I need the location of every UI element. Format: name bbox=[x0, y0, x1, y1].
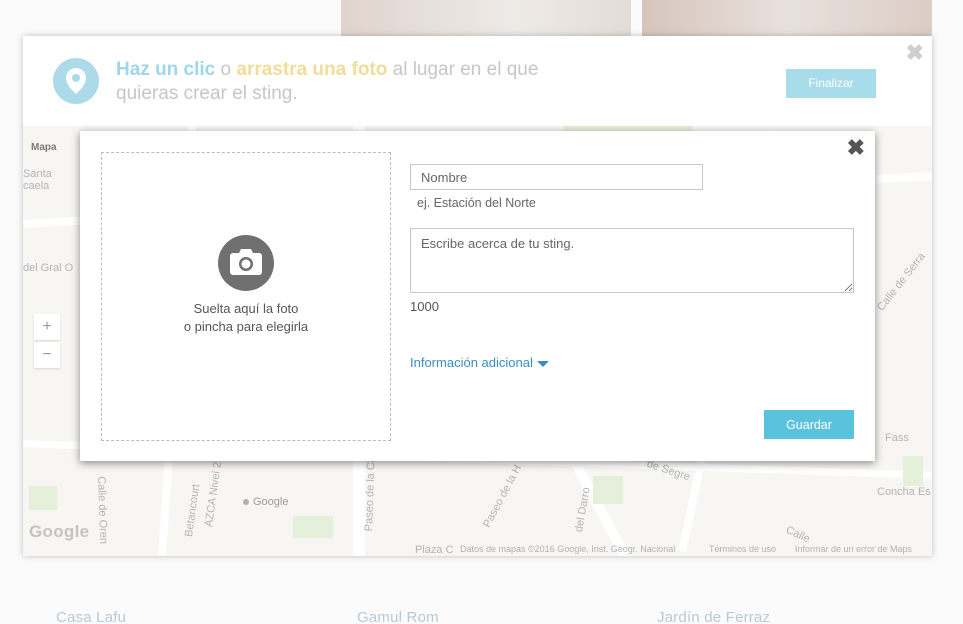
about-textarea[interactable] bbox=[410, 228, 854, 293]
drop-hint-line2: o pincha para elegirla bbox=[183, 319, 309, 334]
map-pin-icon bbox=[53, 58, 99, 104]
instruction-connector: o bbox=[215, 59, 237, 80]
drop-hint-line1: Suelta aquí la foto bbox=[193, 301, 299, 316]
close-icon[interactable]: ✖ bbox=[906, 42, 924, 64]
finish-button[interactable]: Finalizar bbox=[786, 69, 876, 98]
save-button[interactable]: Guardar bbox=[764, 410, 854, 439]
name-hint: ej. Estación del Norte bbox=[417, 196, 536, 210]
caret-down-icon bbox=[536, 360, 549, 367]
background-card-title: Jardín de Ferraz bbox=[657, 609, 771, 624]
photo-drop-zone[interactable]: Suelta aquí la foto o pincha para elegir… bbox=[101, 152, 391, 441]
instruction-click: Haz un clic bbox=[116, 59, 216, 80]
sting-form-dialog: ✖ Suelta aquí la foto o pincha para eleg… bbox=[80, 131, 875, 461]
name-input[interactable] bbox=[410, 164, 703, 190]
char-counter: 1000 bbox=[410, 299, 439, 314]
close-icon[interactable]: ✖ bbox=[847, 137, 865, 159]
more-info-label: Información adicional bbox=[410, 355, 533, 370]
instruction-drag: arrastra una foto bbox=[236, 59, 388, 80]
more-info-toggle[interactable]: Información adicional bbox=[410, 355, 549, 370]
background-photo bbox=[341, 0, 631, 40]
instruction-text: Haz un clic o arrastra una foto al lugar… bbox=[116, 58, 586, 106]
background-photo bbox=[642, 0, 932, 40]
background-card-title: Casa Lafu bbox=[56, 609, 127, 624]
camera-icon bbox=[218, 235, 274, 291]
background-card-title: Gamul Rom bbox=[357, 609, 439, 624]
